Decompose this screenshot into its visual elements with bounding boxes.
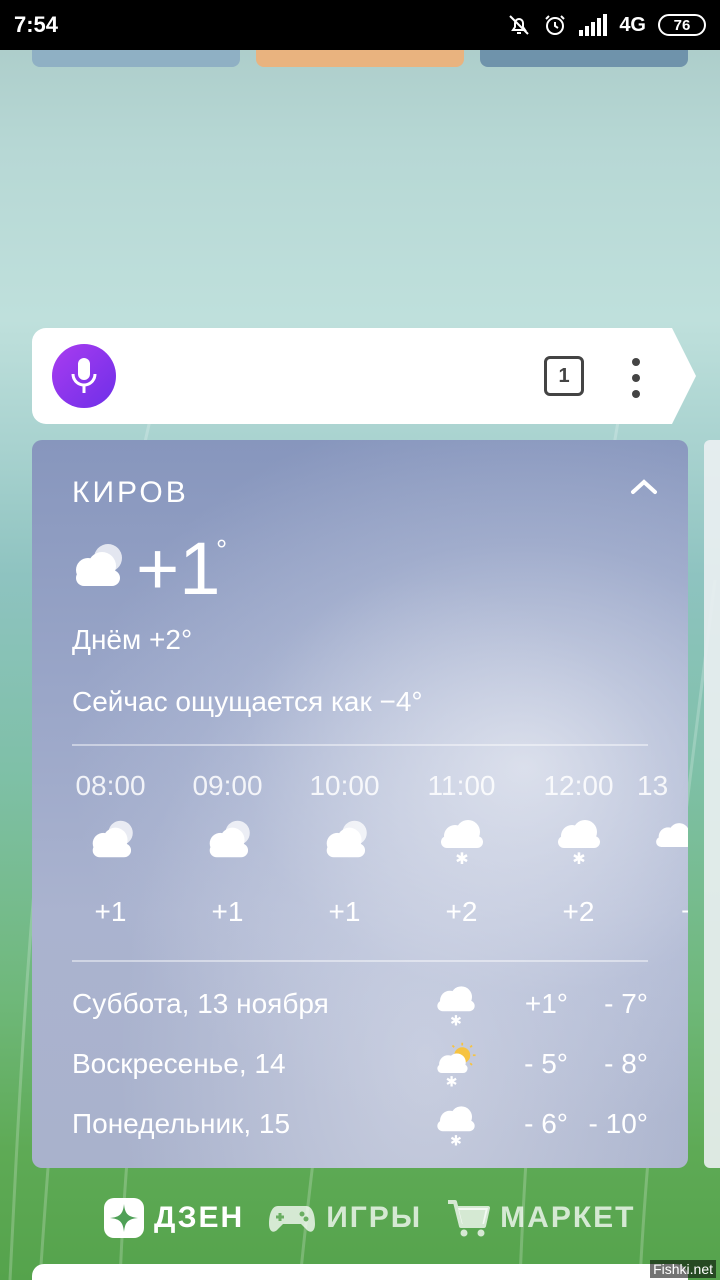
games-label: ИГРЫ bbox=[326, 1201, 423, 1234]
hour-temp: +1 bbox=[211, 896, 244, 927]
degree-symbol: ° bbox=[216, 534, 228, 565]
dzen-link[interactable]: ДЗЕН bbox=[104, 1198, 244, 1238]
hourly-forecast[interactable]: 08:00 +1 09:00 +1 10:00 +1 11:00 ✱ +2 12… bbox=[32, 770, 688, 940]
cloudy-icon bbox=[92, 820, 133, 858]
status-bar: 7:54 4G 76 bbox=[0, 0, 720, 50]
top-tile-1[interactable] bbox=[32, 50, 240, 67]
status-time: 7:54 bbox=[14, 12, 59, 37]
market-link[interactable]: МАРКЕТ bbox=[446, 1198, 635, 1238]
hour-item: 13 + bbox=[637, 770, 688, 928]
day-name: Понедельник, 15 bbox=[72, 1108, 291, 1139]
daily-row[interactable]: Воскресенье, 14 ✱ - 5° - 8° bbox=[32, 1036, 688, 1096]
service-links: ДЗЕН ИГРЫ МАРКЕТ bbox=[104, 1194, 635, 1242]
top-tile-3[interactable] bbox=[480, 50, 688, 67]
battery-level: 76 bbox=[673, 16, 691, 34]
svg-text:✱: ✱ bbox=[450, 1133, 462, 1148]
search-bar[interactable]: 1 bbox=[32, 328, 672, 424]
divider bbox=[72, 960, 648, 962]
day-high: - 5° bbox=[524, 1048, 568, 1079]
cloud-snow-icon: ✱ bbox=[437, 986, 475, 1028]
hour-temp: +2 bbox=[445, 896, 478, 927]
more-menu-icon[interactable] bbox=[624, 356, 648, 400]
status-icons: 4G 76 bbox=[507, 13, 706, 37]
dzen-label: ДЗЕН bbox=[154, 1201, 245, 1234]
cloud-snow-icon: ✱ bbox=[440, 820, 483, 866]
bell-off-icon bbox=[509, 15, 530, 35]
daily-row[interactable]: Понедельник, 15 ✱ - 6° - 10° bbox=[32, 1096, 688, 1156]
cloudy-icon bbox=[76, 544, 122, 586]
hour-temp: +2 bbox=[562, 896, 595, 927]
hour-time: 11:00 bbox=[427, 770, 496, 801]
hour-time: 13 bbox=[637, 770, 669, 801]
watermark: Fishki.net bbox=[650, 1260, 716, 1278]
day-temperature: Днём +2° bbox=[72, 624, 193, 655]
search-bar-arrow bbox=[660, 328, 696, 424]
svg-text:✱: ✱ bbox=[455, 849, 468, 866]
feels-like: Сейчас ощущается как −4° bbox=[72, 686, 423, 717]
hour-item: 10:00 +1 bbox=[286, 770, 403, 928]
cart-icon bbox=[448, 1200, 491, 1237]
cloudy-icon bbox=[326, 820, 367, 858]
hour-time: 08:00 bbox=[75, 770, 146, 801]
divider bbox=[72, 744, 648, 746]
cloud-snow-icon bbox=[656, 823, 688, 847]
daily-row[interactable]: Суббота, 13 ноября ✱ +1° - 7° bbox=[32, 976, 688, 1036]
hour-item: 09:00 +1 bbox=[169, 770, 286, 928]
games-link[interactable]: ИГРЫ bbox=[268, 1200, 422, 1236]
hour-time: 10:00 bbox=[309, 770, 380, 801]
day-low: - 8° bbox=[604, 1048, 648, 1079]
hour-time: 09:00 bbox=[192, 770, 263, 801]
day-name: Воскресенье, 14 bbox=[72, 1048, 286, 1079]
next-card-peek[interactable] bbox=[704, 440, 720, 1168]
top-tile-2[interactable] bbox=[256, 50, 464, 67]
hour-item: 12:00 ✱ +2 bbox=[520, 770, 637, 928]
signal-icon bbox=[579, 14, 608, 36]
voice-search-button[interactable] bbox=[52, 344, 116, 408]
current-temperature: +1 bbox=[136, 527, 221, 610]
network-type: 4G bbox=[619, 13, 646, 36]
hour-time: 12:00 bbox=[543, 770, 614, 801]
cloudy-icon bbox=[209, 820, 250, 858]
battery-icon: 76 bbox=[658, 14, 706, 36]
tabs-button[interactable]: 1 bbox=[544, 356, 584, 396]
hour-temp: + bbox=[681, 896, 688, 928]
svg-text:✱: ✱ bbox=[450, 1013, 462, 1028]
dzen-icon bbox=[104, 1198, 144, 1238]
hour-temp: +1 bbox=[328, 896, 361, 927]
cloud-snow-icon: ✱ bbox=[557, 820, 600, 866]
svg-text:✱: ✱ bbox=[572, 849, 585, 866]
bottom-card[interactable] bbox=[32, 1264, 688, 1280]
hour-item: 08:00 +1 bbox=[52, 770, 169, 928]
sun-cloud-snow-icon: ✱ bbox=[437, 1042, 476, 1088]
gamepad-icon bbox=[269, 1206, 316, 1232]
cloud-snow-icon: ✱ bbox=[437, 1106, 475, 1148]
city-name: КИРОВ bbox=[72, 476, 189, 509]
day-low: - 10° bbox=[588, 1108, 648, 1139]
microphone-icon bbox=[71, 358, 97, 393]
hour-temp: +1 bbox=[94, 896, 127, 927]
hour-item: 11:00 ✱ +2 bbox=[403, 770, 520, 928]
day-high: - 6° bbox=[524, 1108, 568, 1139]
weather-card[interactable]: КИРОВ +1 ° Днём +2° Сейчас ощущается как… bbox=[32, 440, 688, 1168]
chevron-up-icon[interactable] bbox=[630, 476, 658, 496]
market-label: МАРКЕТ bbox=[500, 1201, 636, 1234]
day-high: +1° bbox=[524, 988, 568, 1019]
day-name: Суббота, 13 ноября bbox=[72, 988, 329, 1019]
tabs-count: 1 bbox=[558, 364, 570, 387]
day-low: - 7° bbox=[604, 988, 648, 1019]
svg-text:✱: ✱ bbox=[446, 1074, 458, 1088]
alarm-icon bbox=[545, 15, 566, 35]
